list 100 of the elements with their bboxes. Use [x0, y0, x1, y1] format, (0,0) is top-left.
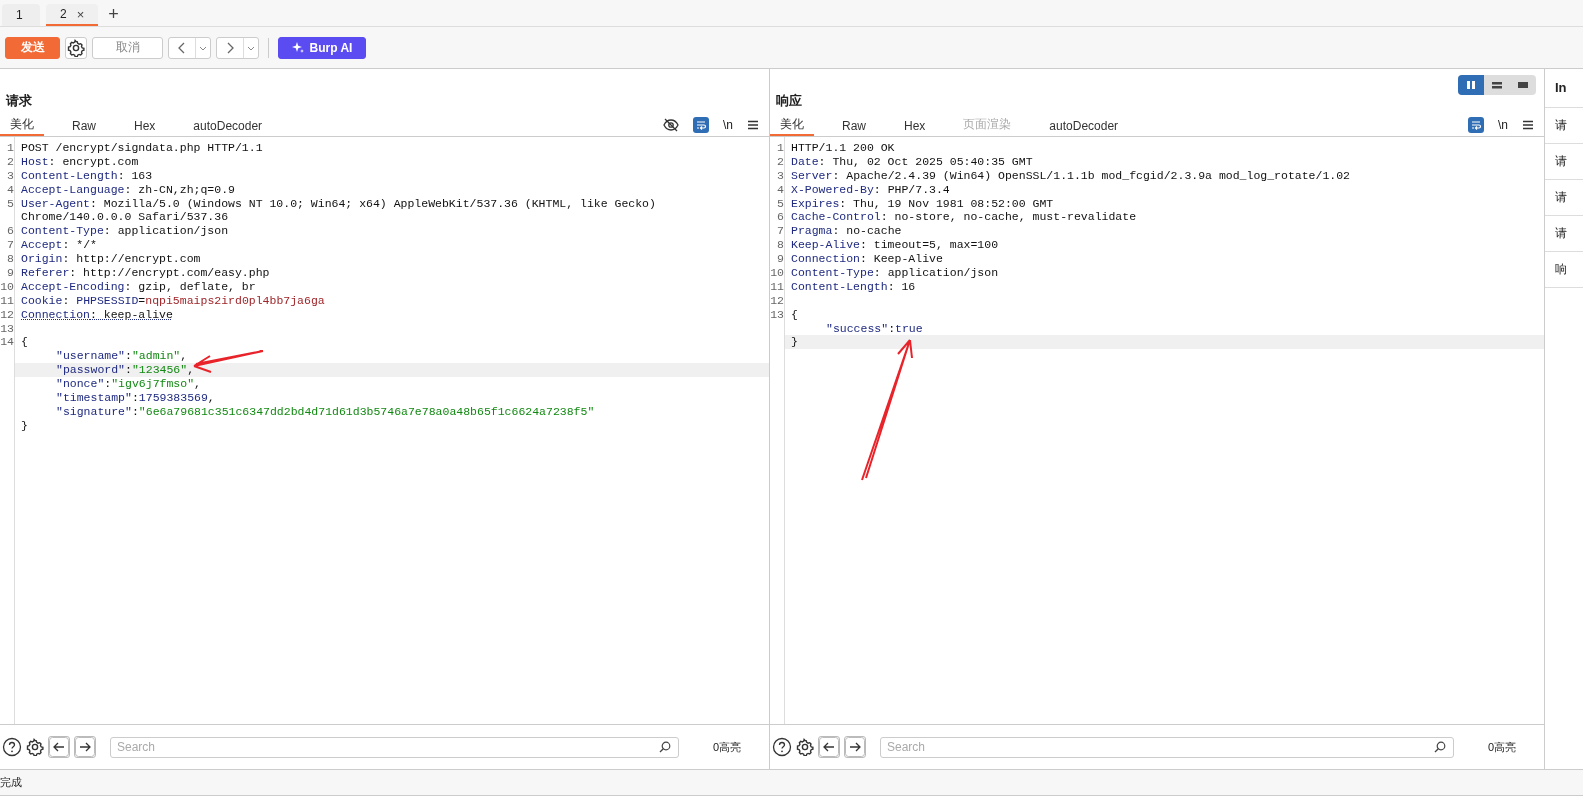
code-line: "success":true [825, 321, 923, 336]
burp-ai-button[interactable]: Burp AI [278, 36, 366, 59]
close-icon[interactable]: × [76, 6, 85, 22]
view-tab[interactable]: Raw [62, 119, 106, 136]
code-line: "nonce":"igv6j7fmso", [55, 377, 201, 392]
code-line: X-Powered-By: PHP/7.3.4 [790, 182, 950, 197]
menu-icon[interactable] [1522, 119, 1534, 131]
line-number: 1 [6, 141, 14, 155]
back-button[interactable] [48, 736, 70, 758]
line-number: 11 [0, 293, 14, 308]
pane-title: 请求 [6, 92, 32, 110]
tab[interactable]: 1 [2, 4, 40, 26]
newline-toggle[interactable]: \n [1498, 118, 1508, 132]
pane-title: 响应 [776, 92, 802, 110]
layout-split-icon[interactable] [1458, 75, 1484, 95]
code-line: User-Agent: Mozilla/5.0 (Windows NT 10.0; Win64; x64) AppleWebKit/537.36 (KHTML, like Gecko) [20, 196, 656, 211]
code-line: "password":"123456", [55, 363, 195, 378]
code-line: Accept: */* [20, 238, 97, 253]
settings-icon[interactable] [796, 738, 814, 756]
arrow [193, 350, 264, 373]
forward-button[interactable] [74, 736, 96, 758]
code-line: Origin: http://encrypt.com [20, 252, 201, 266]
search-icon[interactable] [1433, 740, 1446, 753]
settings-button[interactable] [65, 36, 87, 59]
line-number: 6 [776, 210, 784, 225]
line-number: 11 [770, 279, 784, 294]
view-tab[interactable]: Hex [894, 119, 936, 136]
code-line: "username":"admin", [55, 349, 188, 364]
help-icon[interactable] [772, 737, 792, 757]
code-line: Date: Thu, 02 Oct 2025 05:40:35 GMT [790, 154, 1033, 169]
code-line: Referer: http://encrypt.com/easy.php [20, 266, 270, 280]
code-line: { [20, 335, 28, 350]
sidebar-item[interactable]: 响 [1545, 252, 1583, 288]
settings-icon [67, 38, 85, 57]
line-number: 2 [776, 154, 784, 169]
line-number: 8 [6, 252, 14, 266]
search-field[interactable]: Search [110, 736, 679, 758]
view-tab[interactable]: autoDecoder [183, 119, 273, 136]
line-number: 12 [770, 293, 784, 308]
wrap-icon[interactable] [693, 117, 709, 133]
line-number: 9 [776, 252, 784, 266]
line-number: 5 [776, 196, 784, 211]
sparkle-icon [291, 41, 304, 54]
code-line: { [790, 307, 798, 322]
line-number: 2 [6, 154, 14, 169]
cancel-button[interactable]: 取消 [92, 36, 163, 59]
line-number: 10 [770, 266, 784, 280]
code-line: Host: encrypt.com [20, 154, 139, 169]
tab[interactable]: 2 × [46, 4, 99, 26]
help-icon[interactable] [2, 737, 22, 757]
code-line: } [790, 335, 798, 350]
sidebar-item[interactable]: 请 [1545, 108, 1583, 144]
search-icon[interactable] [658, 740, 671, 753]
line-number: 4 [776, 182, 784, 197]
sidebar-item[interactable]: 请 [1545, 180, 1583, 216]
sidebar-item[interactable]: 请 [1545, 216, 1583, 252]
line-number: 3 [6, 168, 14, 183]
menu-icon[interactable] [747, 119, 759, 131]
new-tab-button[interactable]: + [104, 4, 123, 26]
line-number: 12 [0, 307, 14, 322]
settings-icon[interactable] [26, 738, 44, 756]
line-number: 7 [776, 224, 784, 239]
code-line: Pragma: no-cache [790, 224, 902, 239]
code-line: Content-Type: application/json [20, 224, 229, 239]
search-field[interactable]: Search [880, 736, 1454, 758]
line-number: 7 [6, 238, 14, 253]
line-number: 14 [0, 335, 14, 350]
code-line: Connection: keep-alive [20, 307, 173, 322]
eye-slash-icon[interactable] [663, 117, 679, 133]
code-line: Content-Length: 16 [790, 279, 916, 294]
code-line: Cookie: PHPSESSID=nqpi5maips2ird0pl4bb7ja6ga [20, 293, 325, 308]
view-tab[interactable]: Hex [124, 119, 166, 136]
code-line: POST /encrypt/signdata.php HTTP/1.1 [20, 141, 263, 155]
view-tab[interactable]: autoDecoder [1039, 119, 1129, 136]
status-text: 完成 [0, 775, 22, 790]
line-number: 6 [6, 224, 14, 239]
line-number: 5 [6, 196, 14, 211]
code-line: Accept-Encoding: gzip, deflate, br [20, 279, 256, 294]
code-line: Expires: Thu, 19 Nov 1981 08:52:00 GMT [790, 196, 1054, 211]
view-tab[interactable]: 美化 [0, 116, 44, 136]
code-line: } [20, 418, 28, 433]
wrap-icon[interactable] [1468, 117, 1484, 133]
line-number: 13 [0, 321, 14, 336]
sidebar-item[interactable]: 请 [1545, 144, 1583, 180]
view-tab[interactable]: 美化 [770, 116, 814, 136]
line-number: 8 [776, 238, 784, 253]
back-button[interactable] [818, 736, 840, 758]
sidebar-title: In [1545, 69, 1583, 108]
highlight-count: 0高亮 [1487, 739, 1516, 755]
code-line: Accept-Language: zh-CN,zh;q=0.9 [20, 182, 235, 197]
code-line: Content-Type: application/json [790, 266, 999, 280]
code-line: "signature":"6e6a79681c351c6347dd2bd4d71d61d3b5746a7e78a0a48b65f1c6624a7238f5" [55, 404, 595, 419]
code-line: Content-Length: 163 [20, 168, 153, 183]
newline-toggle[interactable]: \n [723, 118, 733, 132]
code-line: Server: Apache/2.4.39 (Win64) OpenSSL/1.1.1b mod_fcgid/2.3.9a mod_log_rotate/1.02 [790, 168, 1350, 183]
line-number: 1 [776, 141, 784, 155]
view-tab[interactable]: Raw [832, 119, 876, 136]
forward-button[interactable] [844, 736, 866, 758]
code-line: "timestamp":1759383569, [55, 391, 215, 405]
code-line: Connection: Keep-Alive [790, 252, 943, 266]
